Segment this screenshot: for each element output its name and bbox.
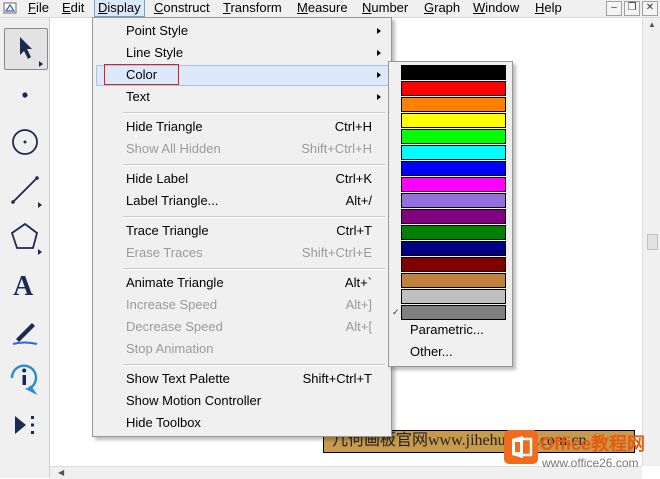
menu-item-animate-triangle[interactable]: Animate Triangle Alt+`	[93, 272, 391, 294]
menu-item-show-all-hidden: Show All Hidden Shift+Ctrl+H	[126, 141, 372, 156]
color-swatch-3[interactable]	[401, 97, 506, 112]
menu-item-hide-toolbox[interactable]: Hide Toolbox	[93, 412, 391, 434]
menu-item-show-text-palette[interactable]: Show Text Palette Shift+Ctrl+T	[93, 368, 391, 390]
submenu-arrow-icon	[377, 72, 381, 78]
color-swatch-16[interactable]	[401, 305, 506, 320]
menu-item-hide-triangle[interactable]: Hide Triangle Ctrl+H	[93, 116, 391, 138]
information-icon[interactable]	[4, 358, 46, 398]
menu-item-increase-speed: Increase Speed Alt+]	[126, 297, 372, 312]
menu-window[interactable]: Window	[470, 0, 522, 16]
menu-transform[interactable]: Transform	[220, 0, 285, 16]
color-swatch-10[interactable]	[401, 209, 506, 224]
watermark: Office教程网 www.office26.com	[502, 426, 660, 476]
office-logo-icon	[504, 430, 538, 464]
svg-text:A: A	[13, 271, 34, 302]
menu-construct[interactable]: Construct	[151, 0, 213, 16]
menu-separator	[123, 216, 385, 218]
app-icon[interactable]	[3, 1, 17, 15]
menu-item-line-style[interactable]: Line Style	[93, 42, 391, 64]
menu-separator	[123, 364, 385, 366]
menu-item-show-motion-controller[interactable]: Show Motion Controller	[93, 390, 391, 412]
minimize-icon[interactable]: –	[606, 1, 622, 16]
menu-separator	[123, 268, 385, 270]
color-swatch-6[interactable]	[401, 145, 506, 160]
menu-item-stop-animation: Stop Animation	[126, 341, 214, 356]
color-swatch-14[interactable]	[401, 273, 506, 288]
color-swatch-5[interactable]	[401, 129, 506, 144]
vertical-scrollbar[interactable]: ▲	[642, 18, 660, 466]
submenu-arrow-icon	[377, 94, 381, 100]
menu-file[interactable]: File	[25, 0, 52, 16]
point-icon[interactable]	[4, 75, 46, 115]
menu-edit[interactable]: Edit	[59, 0, 87, 16]
scroll-up-icon[interactable]: ▲	[648, 20, 656, 29]
color-swatch-12[interactable]	[401, 241, 506, 256]
menu-graph[interactable]: Graph	[421, 0, 463, 16]
submenu-arrow-icon	[377, 50, 381, 56]
menu-help[interactable]: Help	[532, 0, 565, 16]
color-swatch-8[interactable]	[401, 177, 506, 192]
menu-separator	[123, 112, 385, 114]
menu-separator	[123, 164, 385, 166]
menu-item-hide-label[interactable]: Hide Label Ctrl+K	[93, 168, 391, 190]
menu-number[interactable]: Number	[359, 0, 411, 16]
watermark-title: Office教程网	[540, 434, 646, 454]
menu-item-erase-traces: Erase Traces Shift+Ctrl+E	[126, 245, 372, 260]
arrow-select-icon[interactable]	[4, 28, 48, 70]
menu-measure[interactable]: Measure	[294, 0, 351, 16]
polygon-icon[interactable]	[4, 217, 46, 257]
menu-item-label-triangle[interactable]: Label Triangle... Alt+/	[93, 190, 391, 212]
color-swatch-13[interactable]	[401, 257, 506, 272]
color-swatch-1[interactable]	[401, 65, 506, 80]
color-swatch-11[interactable]	[401, 225, 506, 240]
compass-circle-icon[interactable]	[4, 122, 46, 162]
toolbox: A	[0, 18, 50, 478]
color-swatch-7[interactable]	[401, 161, 506, 176]
scroll-thumb[interactable]	[647, 234, 658, 250]
restore-icon[interactable]: ❐	[624, 1, 640, 16]
color-submenu: ✓ Parametric... Other...	[388, 61, 513, 367]
menu-item-other-color[interactable]: Other...	[410, 342, 453, 362]
menubar: File Edit Display Construct Transform Me…	[0, 0, 660, 18]
menu-item-parametric[interactable]: Parametric...	[410, 320, 484, 340]
close-icon[interactable]: ✕	[642, 1, 658, 16]
menu-item-text[interactable]: Text	[93, 86, 391, 108]
submenu-arrow-icon	[377, 28, 381, 34]
watermark-url: www.office26.com	[542, 456, 639, 470]
text-tool-icon[interactable]: A	[4, 264, 46, 304]
color-swatch-2[interactable]	[401, 81, 506, 96]
scroll-left-icon[interactable]: ◀	[58, 468, 64, 477]
color-swatch-9[interactable]	[401, 193, 506, 208]
annotation-highlight-box	[104, 64, 179, 85]
menu-item-decrease-speed: Decrease Speed Alt+[	[126, 319, 372, 334]
custom-tool-icon[interactable]	[4, 405, 46, 445]
color-swatch-4[interactable]	[401, 113, 506, 128]
menu-item-point-style[interactable]: Point Style	[93, 20, 391, 42]
straightedge-line-icon[interactable]	[4, 170, 46, 210]
checkmark-icon: ✓	[392, 307, 400, 317]
color-swatch-15[interactable]	[401, 289, 506, 304]
marker-icon[interactable]	[4, 311, 46, 351]
menu-display[interactable]: Display	[94, 0, 145, 17]
menu-item-trace-triangle[interactable]: Trace Triangle Ctrl+T	[93, 220, 391, 242]
